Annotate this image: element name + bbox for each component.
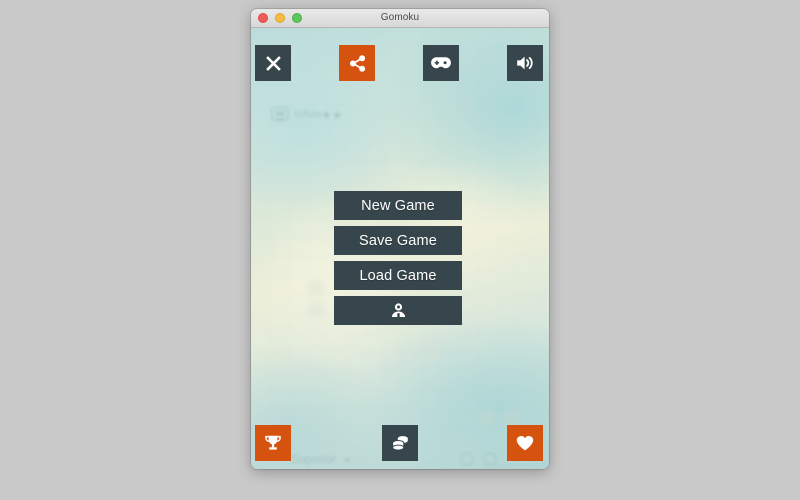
player-profile-button[interactable] — [334, 296, 462, 325]
window-title: Gomoku — [380, 12, 420, 23]
app-window: Gomoku White ★★ Superior New Game Save G… — [251, 9, 549, 469]
achievements-button[interactable] — [255, 425, 291, 461]
new-game-button[interactable]: New Game — [334, 191, 462, 220]
load-game-button[interactable]: Load Game — [334, 261, 462, 290]
blurred-stone — [425, 344, 442, 361]
coins-button[interactable] — [382, 425, 418, 461]
main-menu-panel: New Game Save Game Load Game — [334, 191, 462, 325]
ghost-circle-badge-icon — [483, 452, 497, 466]
close-icon — [265, 55, 281, 71]
blurred-stone — [459, 98, 474, 113]
ghost-player-stars: ★★ — [321, 108, 343, 122]
heart-icon — [516, 435, 534, 450]
coins-icon — [391, 435, 408, 451]
ghost-player-label: White — [294, 109, 323, 121]
bottom-toolbar — [251, 417, 549, 469]
share-icon — [349, 54, 365, 72]
ghost-circle-badge-icon — [460, 452, 474, 466]
trophy-icon — [265, 435, 281, 450]
window-titlebar: Gomoku — [251, 9, 549, 28]
sound-button[interactable] — [507, 45, 543, 81]
game-canvas[interactable]: White ★★ Superior New Game Save Game Loa… — [251, 28, 549, 469]
blurred-stone — [479, 409, 495, 425]
person-icon — [391, 303, 405, 318]
favorites-button[interactable] — [507, 425, 543, 461]
ghost-difficulty-label: Superior — [291, 452, 337, 466]
ghost-player-avatar-icon — [271, 107, 289, 122]
share-button[interactable] — [339, 45, 375, 81]
blurred-stone — [309, 302, 325, 318]
blurred-stone — [308, 280, 324, 296]
ghost-chevron-down-icon — [343, 458, 352, 463]
top-toolbar — [251, 28, 549, 81]
controller-button[interactable] — [423, 45, 459, 81]
gamepad-icon — [431, 57, 451, 69]
close-game-button[interactable] — [255, 45, 291, 81]
desktop-background: Gomoku White ★★ Superior New Game Save G… — [0, 0, 800, 500]
speaker-icon — [517, 56, 533, 70]
save-game-button[interactable]: Save Game — [334, 226, 462, 255]
